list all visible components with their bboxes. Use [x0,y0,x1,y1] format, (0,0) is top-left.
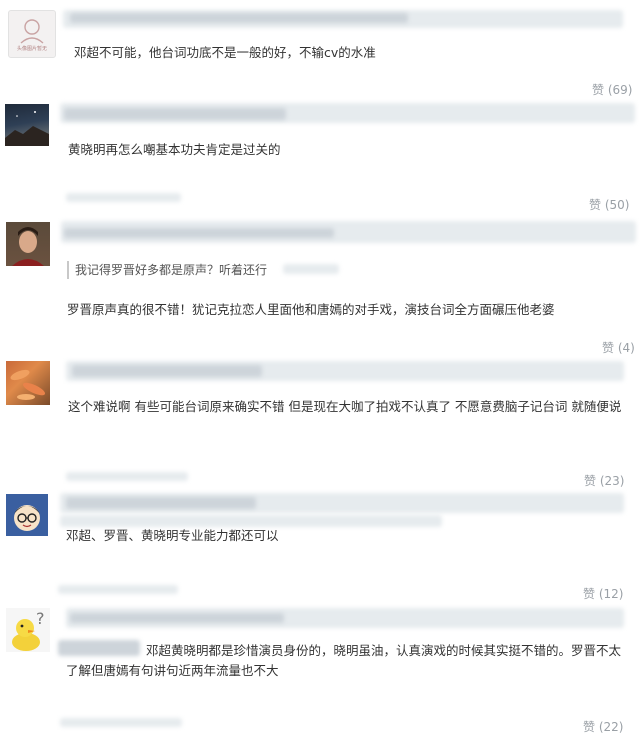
like-button[interactable]: 赞 (50) [589,196,629,213]
timestamp-redacted [60,718,182,727]
avatar[interactable] [6,494,48,536]
like-button[interactable]: 赞 (4) [602,339,635,356]
quoted-reply: 我记得罗晋好多都是原声？听着还行 [67,261,267,279]
food-photo-icon [10,369,46,400]
comment-text: 罗晋原声真的很不错！犹记克拉恋人里面他和唐嫣的对手戏，演技台词全方面碾压他老婆 [67,302,555,317]
person-photo-icon [12,227,44,266]
username-redacted [72,365,262,377]
like-button[interactable]: 赞 (69) [592,81,632,98]
comment-text: 这个难说啊 有些可能台词原来确实不错 但是现在大咖了拍戏不认真了 不愿意费脑子记… [68,399,622,414]
username-redacted [66,497,256,509]
avatar[interactable] [6,222,50,266]
avatar-caption: 头像图片暂无 [16,46,47,52]
like-button[interactable]: 赞 (23) [584,472,624,489]
username-redacted [70,613,284,623]
username-redacted [64,228,334,238]
like-button[interactable]: 赞 (12) [583,585,623,602]
comment-text: 邓超黄晓明都是珍惜演员身份的，晓明虽油，认真演戏的时候其实挺不错的。罗晋不太了解… [66,643,622,678]
avatar[interactable]: 头像图片暂无 [8,10,56,58]
avatar[interactable] [6,361,50,405]
timestamp-redacted [58,585,178,594]
username-redacted [70,13,408,23]
night-sky-photo-icon [5,111,49,146]
like-button[interactable]: 赞 (22) [583,718,623,735]
duck-icon: ? [12,609,45,651]
quoted-username-redacted [283,264,339,274]
avatar[interactable] [5,104,49,146]
username-redacted [64,108,286,120]
avatar[interactable]: ? [6,608,50,652]
timestamp-redacted [66,193,181,202]
comment-text: 黄晓明再怎么嘲基本功夫肯定是过关的 [68,142,281,157]
comment-text: 邓超、罗晋、黄晓明专业能力都还可以 [66,528,279,543]
svg-text:?: ? [36,609,45,628]
timestamp-redacted [66,472,188,481]
comment-text: 邓超不可能，他台词功底不是一般的好，不输cv的水准 [74,45,376,60]
cartoon-face-icon [14,505,40,531]
